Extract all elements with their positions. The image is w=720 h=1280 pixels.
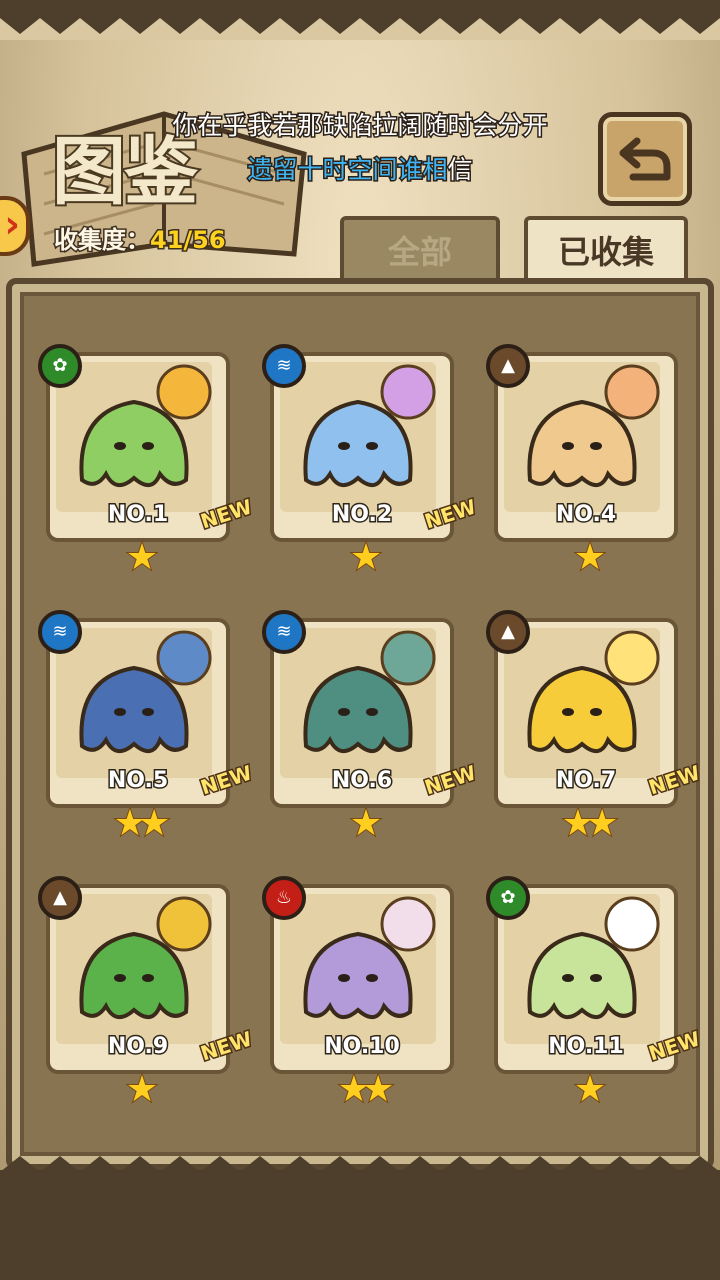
card-number: NO.10: [323, 1033, 402, 1061]
lyric-line-2-rest: 信: [446, 154, 474, 186]
creature-portrait: [504, 628, 660, 778]
progress-label: 收集度：: [53, 225, 152, 256]
creature-portrait: [56, 362, 212, 512]
water-icon: ≋: [262, 344, 306, 388]
creature-portrait: [504, 894, 660, 1044]
card-number: NO.4: [554, 501, 617, 529]
star-rating: ★: [573, 1069, 607, 1110]
creature-portrait: [56, 628, 212, 778]
water-icon: ≋: [38, 610, 82, 654]
collection-progress: 收集度：41/56: [53, 220, 228, 256]
mountain-icon: ▲: [486, 344, 530, 388]
collection-screen: 图鉴 收集度：41/56 你在乎我若那缺陷拉阔随时会分开 遗留十时空间谁相信 全…: [0, 0, 720, 1280]
creature-card[interactable]: ▲ NO.4 ★: [486, 344, 678, 577]
leaf-icon: ✿: [38, 344, 82, 388]
creature-card[interactable]: ▲ NO.9 NEW ★: [38, 876, 256, 1109]
tab-all[interactable]: 全部: [340, 216, 500, 284]
creature-card[interactable]: ≋ NO.2 NEW ★: [262, 344, 480, 577]
creature-card[interactable]: ≋ NO.5 NEW ★★: [38, 610, 256, 843]
leaf-icon: ✿: [486, 876, 530, 920]
star-rating: ★: [349, 537, 383, 578]
creature-card[interactable]: ≋ NO.6 NEW ★: [262, 610, 480, 843]
creature-card[interactable]: ♨ NO.10 ★★: [262, 876, 454, 1109]
star-rating: ★: [349, 803, 383, 844]
lyric-line-2-highlight: 遗留十时空间谁相: [246, 154, 449, 186]
creature-portrait: [280, 894, 436, 1044]
return-arrow-icon: [619, 137, 671, 181]
star-rating: ★: [125, 537, 159, 578]
mountain-icon: ▲: [486, 610, 530, 654]
back-button[interactable]: [598, 112, 692, 206]
tab-collected[interactable]: 已收集: [524, 216, 688, 284]
star-rating: ★★: [561, 803, 620, 844]
sawtooth-border-bottom: [0, 1156, 720, 1280]
creature-portrait: [504, 362, 660, 512]
mountain-icon: ▲: [38, 876, 82, 920]
creature-card[interactable]: ✿ NO.1 NEW ★: [38, 344, 256, 577]
star-rating: ★: [125, 1069, 159, 1110]
creature-portrait: [56, 894, 212, 1044]
creature-portrait: [280, 362, 436, 512]
creature-portrait: [280, 628, 436, 778]
creature-card[interactable]: ✿ NO.11 NEW ★: [486, 876, 704, 1109]
fire-icon: ♨: [262, 876, 306, 920]
creature-card[interactable]: ▲ NO.7 NEW ★★: [486, 610, 704, 843]
star-rating: ★★: [337, 1069, 396, 1110]
star-rating: ★: [573, 537, 607, 578]
progress-value: 41/56: [149, 225, 228, 256]
water-icon: ≋: [262, 610, 306, 654]
star-rating: ★★: [113, 803, 172, 844]
sawtooth-border-top: [0, 0, 720, 40]
